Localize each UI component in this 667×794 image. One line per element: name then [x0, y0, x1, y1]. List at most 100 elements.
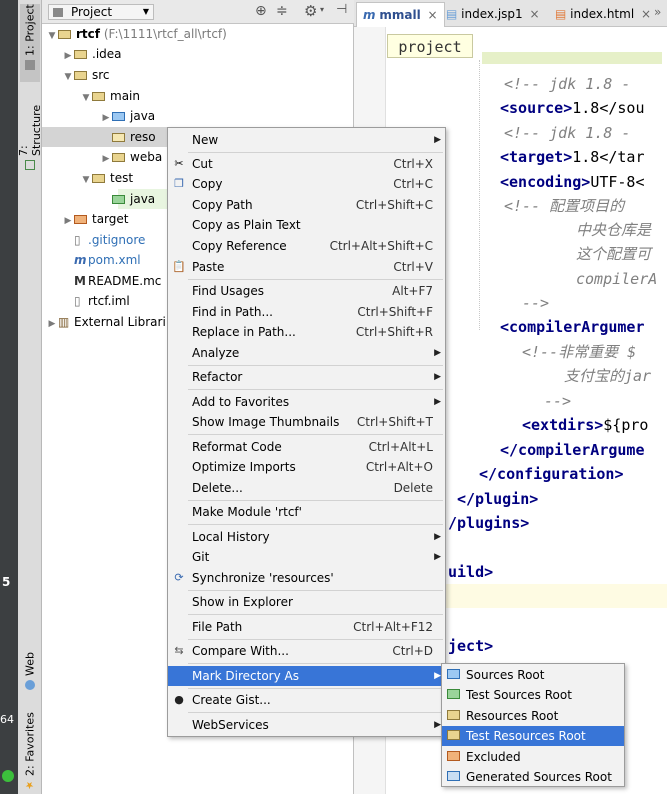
menu-item-show-in-explorer[interactable]: Show in Explorer [168, 592, 445, 612]
menu-item-webservices[interactable]: WebServices ▶ [168, 715, 445, 735]
gear-chevron-icon[interactable]: ▾ [320, 5, 324, 14]
submenu-item-test-sources-root[interactable]: Test Sources Root [442, 685, 624, 705]
close-icon[interactable]: × [428, 8, 438, 22]
menu-item-copy[interactable]: ❐ Copy Ctrl+C [168, 174, 445, 194]
expand-arrow-icon[interactable]: ▶ [100, 149, 112, 169]
expand-arrow-icon[interactable]: ▶ [62, 211, 74, 231]
menu-item-delete[interactable]: Delete... Delete [168, 478, 445, 498]
menu-item-replace-in-path[interactable]: Replace in Path... Ctrl+Shift+R [168, 322, 445, 342]
menu-shortcut: Alt+F7 [392, 284, 433, 298]
scroll-from-source-icon[interactable]: ⊕ [255, 3, 267, 19]
menu-item-create-gist[interactable]: ● Create Gist... [168, 690, 445, 710]
test-sources-root-icon [447, 689, 460, 699]
tool-window-strip: 1: Project 7: Structure Web ★ 2: Favorit… [17, 0, 43, 794]
tree-item-src[interactable]: ▼ src [62, 65, 110, 85]
menu-item-label: Add to Favorites [192, 395, 290, 409]
menu-item-copy-plain-text[interactable]: Copy as Plain Text [168, 215, 445, 235]
tab-favorites[interactable]: ★ 2: Favorites [20, 712, 40, 792]
tab-mmall[interactable]: m mmall × [356, 2, 445, 27]
submenu-item-excluded[interactable]: Excluded [442, 747, 624, 767]
tree-item-idea[interactable]: ▶ .idea [62, 44, 122, 64]
menu-item-label: Synchronize 'resources' [192, 571, 334, 585]
sources-root-icon [447, 669, 460, 679]
tab-index-jsp[interactable]: ▤ index.jsp1 × [440, 2, 546, 26]
menu-item-label: Replace in Path... [192, 325, 296, 339]
menu-item-find-in-path[interactable]: Find in Path... Ctrl+Shift+F [168, 302, 445, 322]
tree-item-main[interactable]: ▼ main [80, 86, 140, 106]
tree-item-resources[interactable]: reso [100, 127, 156, 147]
submenu-item-generated-sources-root[interactable]: Generated Sources Root [442, 767, 624, 787]
tab-web[interactable]: Web [20, 652, 40, 702]
view-selector[interactable]: Project ▼ [48, 4, 154, 20]
expand-arrow-icon[interactable]: ▶ [100, 108, 112, 128]
code-comment: <!--非常重要 $ [522, 343, 637, 361]
menu-item-analyze[interactable]: Analyze ▶ [168, 343, 445, 363]
menu-item-cut[interactable]: ✂ Cut Ctrl+X [168, 154, 445, 174]
menu-item-optimize-imports[interactable]: Optimize Imports Ctrl+Alt+O [168, 457, 445, 477]
submenu-arrow-icon: ▶ [434, 372, 441, 382]
menu-item-synchronize[interactable]: ⟳ Synchronize 'resources' [168, 568, 445, 588]
tree-item-test-java[interactable]: java [100, 189, 155, 209]
tree-item-rtcf[interactable]: ▼ rtcf (F:\1111\rtcf_all\rtcf) [46, 24, 227, 44]
edge-text: 64 [0, 713, 14, 726]
menu-separator [188, 590, 443, 591]
menu-item-reformat-code[interactable]: Reformat Code Ctrl+Alt+L [168, 437, 445, 457]
menu-item-copy-path[interactable]: Copy Path Ctrl+Shift+C [168, 195, 445, 215]
menu-shortcut: Ctrl+Shift+T [356, 415, 433, 429]
tree-item-webapp[interactable]: ▶ weba [100, 147, 163, 169]
tree-item-test[interactable]: ▼ test [80, 168, 134, 190]
collapse-all-icon[interactable]: ≑ [276, 3, 288, 19]
submenu-arrow-icon: ▶ [434, 671, 441, 681]
menu-item-paste[interactable]: 📋 Paste Ctrl+V [168, 257, 445, 277]
expand-arrow-icon[interactable]: ▼ [62, 67, 74, 87]
tree-item-gitignore[interactable]: ▯ .gitignore [74, 230, 145, 250]
menu-item-find-usages[interactable]: Find Usages Alt+F7 [168, 281, 445, 301]
menu-item-label: New [192, 133, 219, 147]
code-line-source: <source>1.8</sou [500, 96, 645, 120]
menu-item-add-to-favorites[interactable]: Add to Favorites ▶ [168, 392, 445, 412]
submenu-item-test-resources-root[interactable]: Test Resources Root [442, 726, 624, 746]
menu-item-make-module[interactable]: Make Module 'rtcf' [168, 502, 445, 522]
menu-item-compare-with[interactable]: ⇆ Compare With... Ctrl+D [168, 641, 445, 661]
menu-item-refactor[interactable]: Refactor ▶ [168, 367, 445, 387]
indent-guide [479, 60, 481, 330]
tab-overflow-icon[interactable]: » [654, 5, 661, 19]
menu-item-show-image-thumbnails[interactable]: Show Image Thumbnails Ctrl+Shift+T [168, 412, 445, 432]
tree-item-target[interactable]: ▶ target [62, 209, 129, 229]
tab-structure[interactable]: 7: Structure [17, 92, 43, 170]
tab-index-html[interactable]: ▤ index.html × [549, 2, 657, 26]
hide-panel-icon[interactable]: ⊣ [336, 2, 347, 17]
menu-separator [188, 279, 443, 280]
submenu-arrow-icon: ▶ [434, 397, 441, 407]
close-icon[interactable]: × [641, 7, 651, 21]
tree-item-iml[interactable]: ▯ rtcf.iml [74, 291, 130, 311]
menu-item-local-history[interactable]: Local History ▶ [168, 527, 445, 547]
tab-project[interactable]: 1: Project [20, 4, 40, 82]
menu-item-mark-directory-as[interactable]: Mark Directory As ▶ [168, 666, 445, 686]
menu-item-label: Paste [192, 260, 225, 274]
submenu-item-sources-root[interactable]: Sources Root [442, 665, 624, 685]
tree-item-readme[interactable]: M README.mc [74, 271, 161, 291]
submenu-item-resources-root[interactable]: Resources Root [442, 706, 624, 726]
tree-item-label: src [92, 68, 110, 82]
menu-item-new[interactable]: New ▶ [168, 130, 445, 150]
expand-arrow-icon[interactable]: ▼ [80, 170, 92, 190]
menu-item-label: Optimize Imports [192, 460, 296, 474]
tree-item-pom[interactable]: mpom.xml [74, 250, 141, 270]
menu-item-git[interactable]: Git ▶ [168, 547, 445, 567]
excluded-icon [447, 751, 460, 761]
close-icon[interactable]: × [529, 7, 539, 21]
gear-icon[interactable]: ⚙ [304, 2, 317, 20]
folder-icon [74, 69, 88, 80]
menu-item-copy-reference[interactable]: Copy Reference Ctrl+Alt+Shift+C [168, 236, 445, 256]
tree-item-java[interactable]: ▶ java [100, 106, 156, 128]
expand-arrow-icon[interactable]: ▶ [62, 46, 74, 66]
menu-shortcut: Ctrl+Shift+F [357, 305, 433, 319]
tree-item-external-libraries[interactable]: ▶ ▥ External Librari [46, 312, 166, 332]
expand-arrow-icon[interactable]: ▼ [46, 26, 58, 46]
expand-arrow-icon[interactable]: ▼ [80, 88, 92, 108]
expand-arrow-icon[interactable]: ▶ [46, 314, 58, 334]
menu-item-file-path[interactable]: File Path Ctrl+Alt+F12 [168, 617, 445, 637]
menu-separator [188, 614, 443, 615]
menu-item-label: Copy Reference [192, 239, 287, 253]
